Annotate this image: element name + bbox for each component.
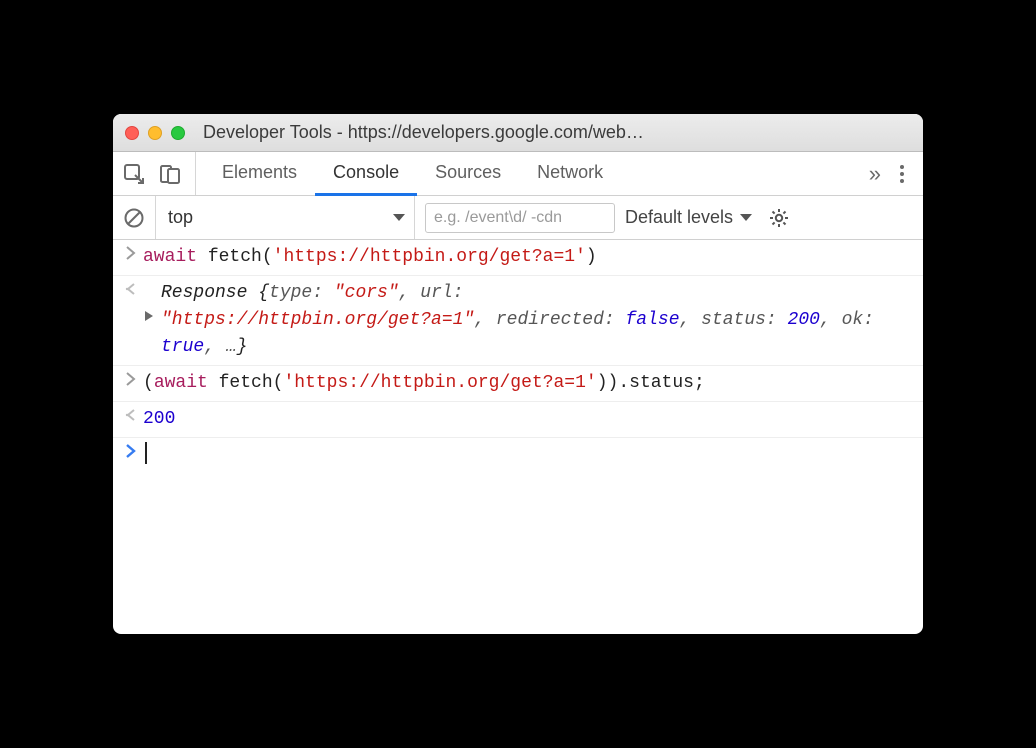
token-punct: , xyxy=(820,310,842,330)
token-punct: { xyxy=(258,283,269,303)
result-prompt-icon xyxy=(119,280,143,296)
console-result-row: 200 xyxy=(113,402,923,438)
token-punct: ( xyxy=(143,373,154,393)
token-punct: ) xyxy=(608,373,619,393)
levels-label: Default levels xyxy=(625,207,733,228)
log-level-select[interactable]: Default levels xyxy=(625,207,753,228)
console-output[interactable]: await fetch('https://httpbin.org/get?a=1… xyxy=(113,240,923,634)
traffic-lights xyxy=(125,126,185,140)
tab-console[interactable]: Console xyxy=(315,152,417,196)
titlebar: Developer Tools - https://developers.goo… xyxy=(113,114,923,152)
token-number: 200 xyxy=(143,409,175,429)
window-title: Developer Tools - https://developers.goo… xyxy=(203,122,911,143)
close-icon[interactable] xyxy=(125,126,139,140)
console-input[interactable] xyxy=(143,442,913,470)
text-cursor xyxy=(145,442,147,464)
token-bool: true xyxy=(161,337,204,357)
context-label: top xyxy=(168,207,193,228)
token-punct: ) xyxy=(586,247,597,267)
token-class: Response xyxy=(161,283,258,303)
token-fn: fetch( xyxy=(208,373,284,393)
token-ellipsis: … xyxy=(226,337,237,357)
device-toggle-icon[interactable] xyxy=(159,163,181,185)
clear-console-icon[interactable] xyxy=(123,207,145,229)
console-entry: (await fetch('https://httpbin.org/get?a=… xyxy=(143,370,913,397)
maximize-icon[interactable] xyxy=(171,126,185,140)
minimize-icon[interactable] xyxy=(148,126,162,140)
token-punct: , xyxy=(204,337,226,357)
console-toolbar: top Default levels xyxy=(113,196,923,240)
console-entry: await fetch('https://httpbin.org/get?a=1… xyxy=(143,244,913,271)
console-input-row: await fetch('https://httpbin.org/get?a=1… xyxy=(113,240,923,276)
token-number: 200 xyxy=(788,310,820,330)
tabstrip: Elements Console Sources Network » xyxy=(113,152,923,196)
console-prompt-row[interactable] xyxy=(113,438,923,474)
filter-input[interactable] xyxy=(425,203,615,233)
token-prop: type: xyxy=(269,283,334,303)
chevron-down-icon xyxy=(739,213,753,223)
token-string: "cors" xyxy=(334,283,399,303)
execution-context-select[interactable]: top xyxy=(155,196,415,239)
tab-elements[interactable]: Elements xyxy=(204,152,315,196)
token-prop: ok: xyxy=(842,310,874,330)
inspect-icon[interactable] xyxy=(123,163,145,185)
devtools-window: Developer Tools - https://developers.goo… xyxy=(113,114,923,634)
token-prop: status: xyxy=(701,310,787,330)
token-string: "https://httpbin.org/get?a=1" xyxy=(161,310,474,330)
token-punct: , xyxy=(680,310,702,330)
input-prompt-icon xyxy=(119,442,143,458)
input-prompt-icon xyxy=(119,244,143,260)
token-punct: , xyxy=(399,283,421,303)
gear-icon[interactable] xyxy=(769,208,789,228)
token-prop: url: xyxy=(420,283,463,303)
token-bool: false xyxy=(626,310,680,330)
console-input-row: (await fetch('https://httpbin.org/get?a=… xyxy=(113,366,923,402)
console-entry[interactable]: Response {type: "cors", url: "https://ht… xyxy=(143,280,913,361)
token-fn: fetch( xyxy=(197,247,273,267)
token-string: 'https://httpbin.org/get?a=1' xyxy=(273,247,586,267)
token-punct: } xyxy=(237,337,248,357)
console-result-row: Response {type: "cors", url: "https://ht… xyxy=(113,276,923,366)
tab-sources[interactable]: Sources xyxy=(417,152,519,196)
token-keyword: await xyxy=(154,373,208,393)
token-punct: ) xyxy=(597,373,608,393)
expand-icon[interactable] xyxy=(143,310,155,322)
input-prompt-icon xyxy=(119,370,143,386)
token-punct: , xyxy=(474,310,496,330)
token-prop: redirected: xyxy=(496,310,626,330)
token-string: 'https://httpbin.org/get?a=1' xyxy=(283,373,596,393)
tabs: Elements Console Sources Network xyxy=(204,152,859,195)
tool-icons xyxy=(123,152,196,195)
console-entry: 200 xyxy=(143,406,913,433)
tabs-overflow-icon[interactable]: » xyxy=(859,152,891,195)
kebab-menu-icon[interactable] xyxy=(891,152,913,195)
token-keyword: await xyxy=(143,247,197,267)
token-prop: .status; xyxy=(618,373,704,393)
tab-network[interactable]: Network xyxy=(519,152,621,196)
result-prompt-icon xyxy=(119,406,143,422)
chevron-down-icon xyxy=(392,213,406,223)
